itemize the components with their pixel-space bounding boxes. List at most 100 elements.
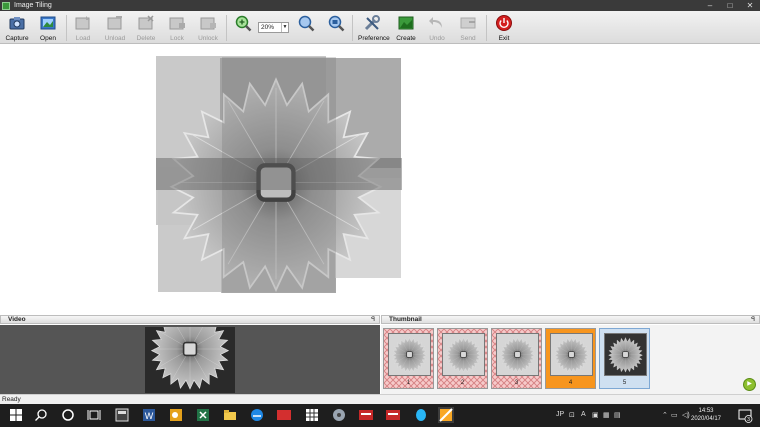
image-tiling-taskbar-icon[interactable] [438,407,454,423]
tray-app-icon[interactable]: ▤ [614,411,621,419]
delete-icon [138,15,154,30]
red-app-icon-2[interactable] [358,407,374,423]
thumbnail-panel-header: Thumbnail ꟼ [381,315,760,324]
send-label: Send [460,35,476,42]
tool-app-icon[interactable] [331,407,347,423]
thumbnail-image [550,333,593,376]
exit-button[interactable]: Exit [490,13,518,43]
preference-button[interactable]: Preference [358,13,390,43]
stitched-image-tiles[interactable] [155,55,403,293]
outlook-app-icon[interactable] [168,407,184,423]
lock-icon [169,17,185,30]
video-panel-title: Video [8,316,26,323]
thumbnail-5[interactable]: 5 [599,328,650,389]
excel-app-icon[interactable] [195,407,211,423]
search-icon[interactable] [33,407,49,423]
task-view-icon[interactable] [86,407,102,423]
clock-time: 14:53 [698,408,714,414]
minimize-button[interactable]: – [700,0,720,11]
unload-icon [107,16,122,30]
toolbar-separator [486,15,487,41]
create-image-icon [398,16,414,30]
send-button[interactable]: Send [454,13,482,43]
unlock-icon [200,17,216,30]
toolbar-separator [66,15,67,41]
thumbnail-image [388,333,431,376]
pin-icon[interactable]: ꟼ [751,316,755,324]
close-button[interactable]: ✕ [740,0,760,11]
chevron-down-icon: ▼ [281,23,288,32]
edge-browser-icon[interactable] [249,407,265,423]
unlock-label: Unlock [198,35,218,42]
svg-text:W: W [145,411,154,421]
notifications-icon[interactable]: 3 [737,407,753,423]
red-app-icon[interactable] [276,407,292,423]
exit-label: Exit [498,35,510,42]
clock-date: 2020/04/17 [690,416,722,422]
zoom-value: 20% [261,24,275,31]
thumbnail-3[interactable]: 3 [491,328,542,389]
cortana-icon[interactable] [60,407,76,423]
toolbar-separator [226,15,227,41]
tray-app-icon[interactable]: ▦ [603,411,610,419]
calculator-app-icon[interactable] [114,407,130,423]
system-clock[interactable]: 14:53 2020/04/17 [686,407,726,423]
tiling-canvas[interactable] [0,45,760,311]
image-tiling-window: Image Tiling – □ ✕ Capture Open Load Unl… [0,0,760,427]
window-title: Image Tiling [14,2,52,9]
open-button[interactable]: Open [34,13,62,43]
zoom-select[interactable]: 20% ▼ [258,22,289,33]
zoom-out-button[interactable] [292,13,320,43]
load-label: Load [75,35,91,42]
unlock-button[interactable]: Unlock [194,13,222,43]
zoom-fit-icon [328,15,345,32]
chevron-up-icon[interactable]: ⌃ [662,411,668,419]
toolbar-separator [352,15,353,41]
thumbnail-number: 2 [460,380,465,386]
thumbnail-image [442,333,485,376]
open-image-icon [40,16,56,30]
delete-button[interactable]: Delete [132,13,160,43]
ime-mode-icon[interactable]: ⊡ [569,411,575,419]
font-size-indicator[interactable]: A [581,411,586,418]
lock-button[interactable]: Lock [163,13,191,43]
capture-button[interactable]: Capture [3,13,31,43]
thumbnail-4[interactable]: 4 [545,328,596,389]
send-icon [460,17,476,29]
zoom-fit-button[interactable] [322,13,350,43]
play-icon[interactable]: ▶ [743,378,756,391]
open-label: Open [40,35,56,42]
load-button[interactable]: Load [69,13,97,43]
thumbnail-number: 3 [514,380,519,386]
thumbnail-number: 1 [406,380,411,386]
blue-app-icon[interactable] [413,407,429,423]
thumbnail-number: 4 [568,380,573,386]
word-app-icon[interactable]: W [141,407,157,423]
unload-button[interactable]: Unload [101,13,129,43]
ime-indicator[interactable]: JP [556,411,564,418]
delete-label: Delete [136,35,156,42]
create-label: Create [396,35,416,42]
maximize-button[interactable]: □ [720,0,740,11]
live-video-feed [145,327,235,393]
unload-label: Unload [104,35,126,42]
windows-taskbar: W JP ⊡ A ▣ ▦ ▤ ⌃ ▭ ◁) 14:53 2020/04/17 3 [0,404,760,427]
create-button[interactable]: Create [392,13,420,43]
red-app-icon-3[interactable] [385,407,401,423]
thumbnail-2[interactable]: 2 [437,328,488,389]
undo-button[interactable]: Undo [423,13,451,43]
thumbnail-1[interactable]: 1 [383,328,434,389]
thumbnail-image [496,333,539,376]
undo-icon [429,17,442,28]
tray-app-icon[interactable]: ▣ [592,411,599,419]
pin-icon[interactable]: ꟼ [371,316,375,324]
display-icon[interactable]: ▭ [671,411,678,419]
zoom-in-button[interactable] [229,13,257,43]
windows-start-icon[interactable] [8,407,24,423]
status-bar: Ready [0,394,760,404]
title-bar: Image Tiling – □ ✕ [0,0,760,11]
thumbnail-panel-title: Thumbnail [389,316,422,323]
file-explorer-icon[interactable] [222,407,238,423]
grid-app-icon[interactable] [304,407,320,423]
zoom-out-icon [298,15,315,32]
